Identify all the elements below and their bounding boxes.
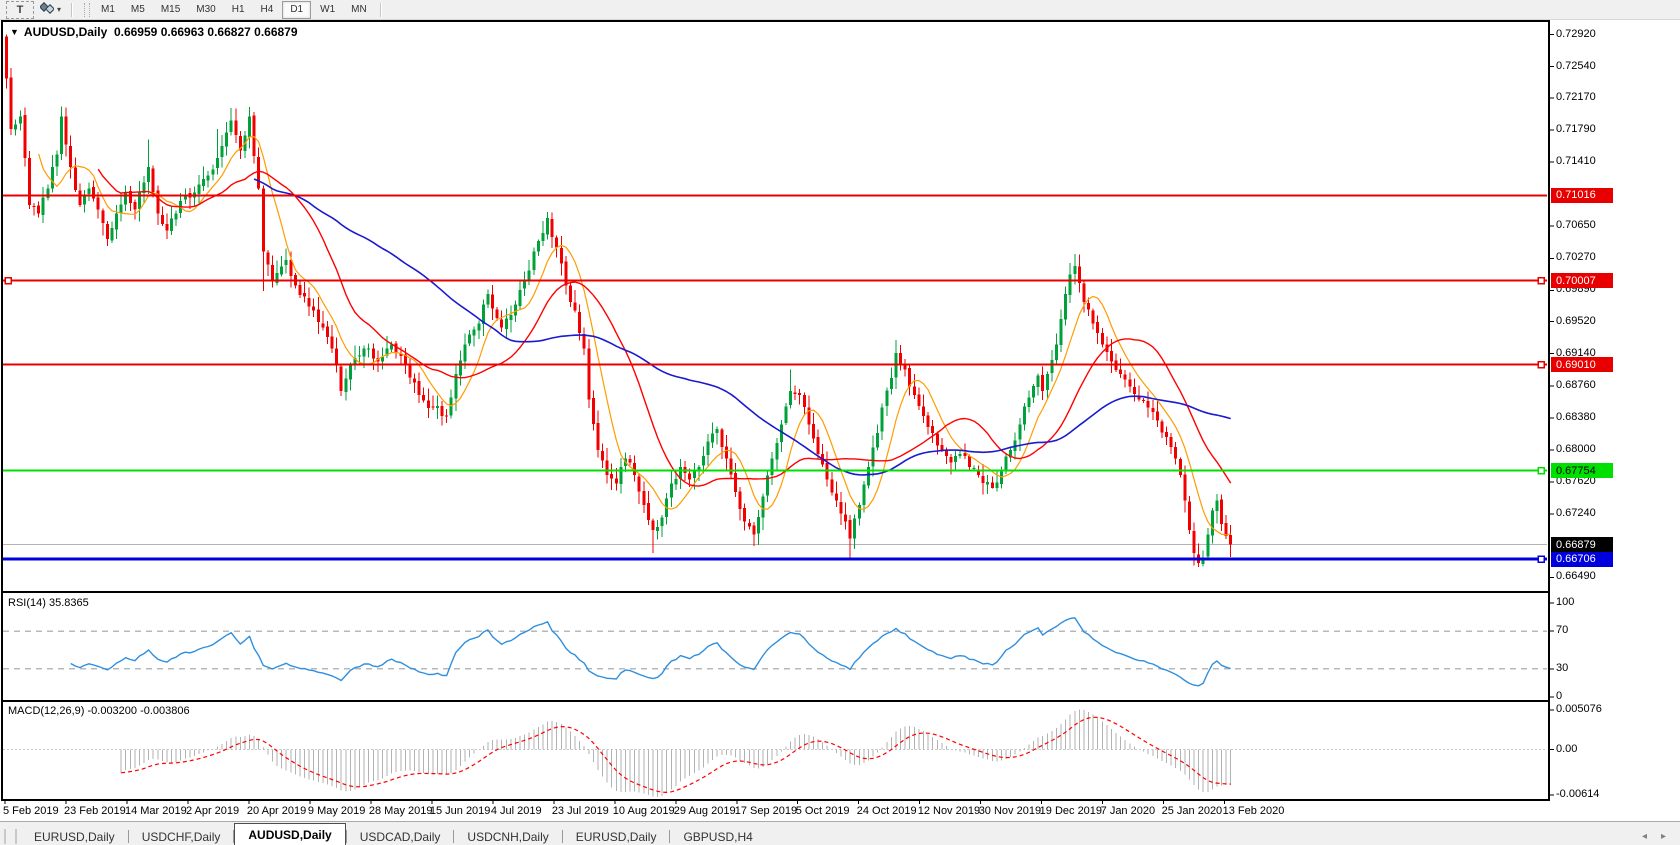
chart-canvas[interactable]: [0, 0, 1680, 845]
current-price-box: 0.66879: [1551, 537, 1613, 552]
date-label: 25 Jan 2020: [1162, 805, 1223, 817]
date-label: 5 Feb 2019: [3, 805, 59, 817]
chart-symbol: AUDUSD,Daily: [24, 25, 107, 39]
ohlc-low: 0.66827: [207, 25, 250, 39]
date-label: 2 Apr 2019: [186, 805, 239, 817]
chart-tab-audusd-daily[interactable]: AUDUSD,Daily: [234, 823, 345, 845]
date-label: 20 Apr 2019: [247, 805, 306, 817]
rsi-scale-tick: 0: [1556, 690, 1562, 702]
mt4-window: { "toolbar": { "text_tool": "T", "styles…: [0, 0, 1680, 845]
date-label: 12 Nov 2019: [918, 805, 980, 817]
date-label: 13 Feb 2020: [1223, 805, 1285, 817]
date-label: 5 Oct 2019: [796, 805, 850, 817]
date-label: 23 Feb 2019: [64, 805, 126, 817]
macd-signal-value: -0.003806: [140, 705, 190, 717]
level-price-box: 0.67754: [1551, 463, 1613, 478]
date-label: 15 Jun 2019: [430, 805, 491, 817]
price-tick: 0.67240: [1556, 507, 1596, 519]
price-tick: 0.72920: [1556, 28, 1596, 40]
date-label: 14 Mar 2019: [125, 805, 187, 817]
date-label: 7 Jan 2020: [1101, 805, 1155, 817]
date-label: 28 May 2019: [369, 805, 433, 817]
collapse-chart-icon[interactable]: ▼: [10, 27, 19, 37]
date-label: 30 Nov 2019: [979, 805, 1041, 817]
rsi-scale-tick: 100: [1556, 596, 1574, 608]
date-label: 23 Jul 2019: [552, 805, 609, 817]
price-tick: 0.71410: [1556, 155, 1596, 167]
price-tick: 0.68000: [1556, 443, 1596, 455]
date-label: 10 Aug 2019: [613, 805, 675, 817]
date-label: 17 Sep 2019: [735, 805, 797, 817]
price-tick: 0.71790: [1556, 123, 1596, 135]
level-price-box: 0.70007: [1551, 273, 1613, 288]
price-tick: 0.70650: [1556, 219, 1596, 231]
price-tick: 0.72170: [1556, 91, 1596, 103]
price-tick: 0.66490: [1556, 570, 1596, 582]
date-label: 4 Jul 2019: [491, 805, 542, 817]
macd-main-value: -0.003200: [87, 705, 137, 717]
date-label: 24 Oct 2019: [857, 805, 917, 817]
price-tick: 0.69520: [1556, 315, 1596, 327]
level-price-box: 0.69010: [1551, 357, 1613, 372]
ohlc-high: 0.66963: [161, 25, 204, 39]
ohlc-close: 0.66879: [254, 25, 297, 39]
macd-panel-label: MACD(12,26,9) -0.003200 -0.003806: [8, 705, 190, 717]
rsi-scale-tick: 30: [1556, 662, 1568, 674]
rsi-value: 35.8365: [49, 597, 89, 609]
date-label: 29 Aug 2019: [674, 805, 736, 817]
macd-scale-tick: 0.005076: [1556, 703, 1602, 715]
date-label: 9 May 2019: [308, 805, 365, 817]
price-tick: 0.70270: [1556, 251, 1596, 263]
price-tick: 0.72540: [1556, 60, 1596, 72]
ohlc-open: 0.66959: [114, 25, 157, 39]
level-price-box: 0.71016: [1551, 188, 1613, 203]
date-label: 19 Dec 2019: [1040, 805, 1102, 817]
level-price-box: 0.66706: [1551, 552, 1613, 567]
macd-scale-tick: -0.00614: [1556, 788, 1599, 800]
macd-scale-tick: 0.00: [1556, 743, 1577, 755]
price-tick: 0.68380: [1556, 411, 1596, 423]
chart-header: ▼ AUDUSD,Daily 0.66959 0.66963 0.66827 0.…: [10, 25, 298, 39]
rsi-panel-label: RSI(14) 35.8365: [8, 597, 89, 609]
rsi-scale-tick: 70: [1556, 624, 1568, 636]
price-tick: 0.68760: [1556, 379, 1596, 391]
